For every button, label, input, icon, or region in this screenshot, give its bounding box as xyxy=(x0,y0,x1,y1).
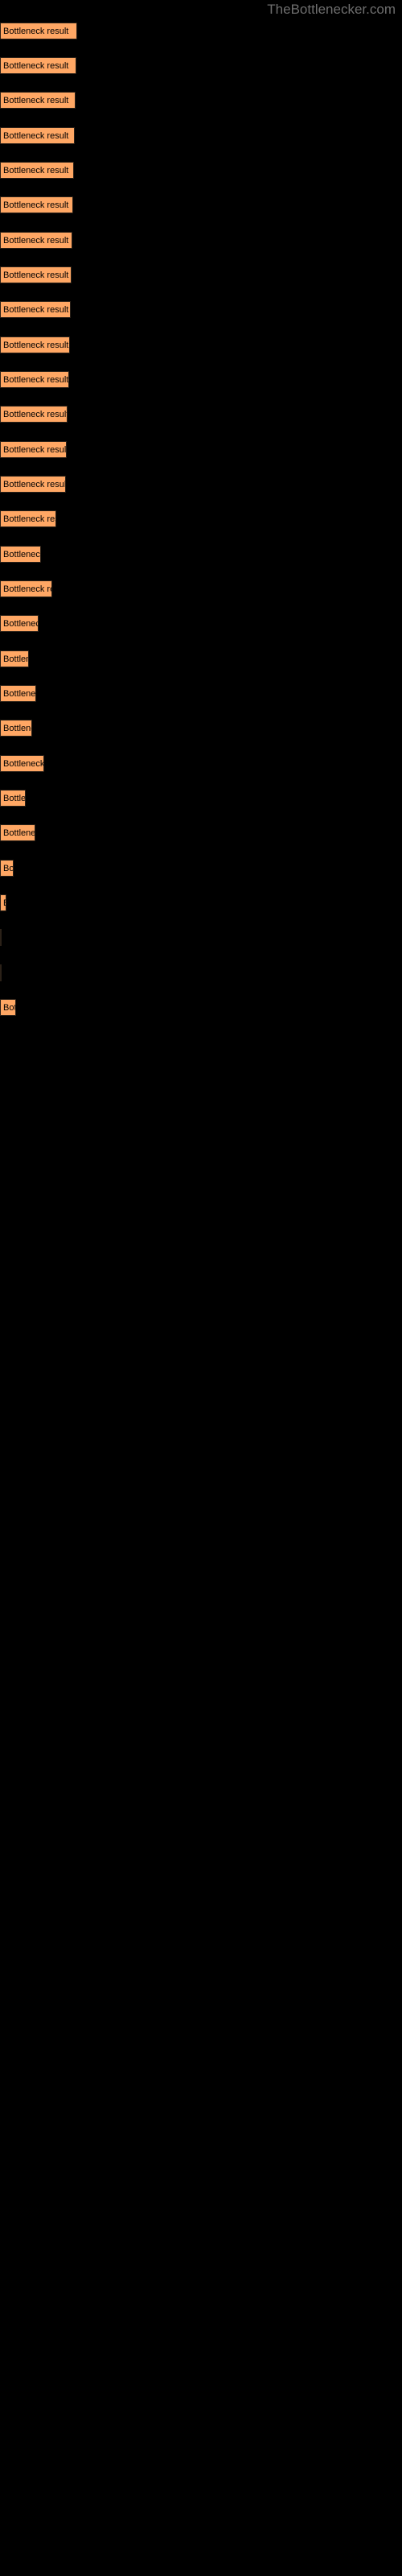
bar-label: Bottleneck result xyxy=(3,723,31,733)
bar: Bottleneck result xyxy=(0,824,35,841)
bar-label: Bottleneck result xyxy=(3,863,14,873)
bar: Bottleneck result xyxy=(0,860,14,877)
bar-label: Bottleneck result xyxy=(3,304,69,315)
bar: Bottleneck result xyxy=(0,790,26,807)
bar: Bottleneck result xyxy=(0,964,2,981)
bar: Bottleneck result xyxy=(0,755,44,772)
bar-label: Bottleneck result xyxy=(3,374,69,385)
bar-label: Bottleneck result xyxy=(3,828,35,838)
bar-label: Bottleneck result xyxy=(3,130,69,141)
bar: Bottleneck result xyxy=(0,336,70,353)
bar: Bottleneck result xyxy=(0,162,74,179)
bar: Bottleneck result xyxy=(0,476,66,493)
bar-label: Bottleneck result xyxy=(3,95,69,105)
bar: Bottleneck result xyxy=(0,441,67,458)
bar-label: Bottleneck result xyxy=(3,165,69,175)
bar-label: Bottleneck result xyxy=(3,26,69,36)
bar: Bottleneck result xyxy=(0,406,68,423)
bar-label: Bottleneck result xyxy=(3,340,69,350)
bar: Bottleneck result xyxy=(0,57,76,74)
bar: Bottleneck result xyxy=(0,720,32,737)
bar: Bottleneck result xyxy=(0,92,76,109)
bar-label: Bottleneck result xyxy=(3,235,69,246)
bar-label: Bottleneck result xyxy=(3,618,38,629)
bar: Bottleneck result xyxy=(0,266,72,283)
site-watermark: TheBottlenecker.com xyxy=(267,2,396,17)
bar-label: Bottleneck result xyxy=(3,479,66,489)
bar-label: Bottleneck result xyxy=(3,409,68,419)
bar: Bottleneck result xyxy=(0,615,39,632)
bar-label: Bottleneck result xyxy=(3,549,41,559)
bar: Bottleneck result xyxy=(0,546,41,563)
bar-label: Bottleneck result xyxy=(3,444,67,455)
bar-label: Bottleneck result xyxy=(3,60,69,71)
bar: Bottleneck result xyxy=(0,894,6,911)
bar-label: Bottleneck result xyxy=(3,758,44,769)
bar: Bottleneck result xyxy=(0,196,73,213)
bar-label: Bottleneck result xyxy=(3,898,6,908)
bar: Bottleneck result xyxy=(0,650,29,667)
bar: Bottleneck result xyxy=(0,232,72,249)
bottleneck-bar-chart: TheBottlenecker.com Bottleneck result Bot… xyxy=(0,0,402,2576)
bar-label: Bottleneck result xyxy=(3,514,55,524)
bar-label: Bottleneck result xyxy=(3,584,51,594)
bar: Bottleneck result xyxy=(0,127,75,144)
bar: Bottleneck result xyxy=(0,301,71,318)
bar-label: Bottleneck result xyxy=(3,200,69,210)
bar: Bottleneck result xyxy=(0,510,56,527)
bar-label: Bottleneck result xyxy=(3,688,36,699)
bar: Bottleneck result xyxy=(0,23,77,39)
bar: Bottleneck result xyxy=(0,929,2,946)
bar: Bottleneck result xyxy=(0,999,16,1016)
bar: Bottleneck result xyxy=(0,685,36,702)
bar: Bottleneck result xyxy=(0,371,69,388)
bar: Bottleneck result xyxy=(0,580,52,597)
bar-label: Bottleneck result xyxy=(3,270,69,280)
bar-label: Bottleneck result xyxy=(3,654,28,664)
bar-label: Bottleneck result xyxy=(3,1002,15,1013)
bar-label: Bottleneck result xyxy=(3,793,26,803)
